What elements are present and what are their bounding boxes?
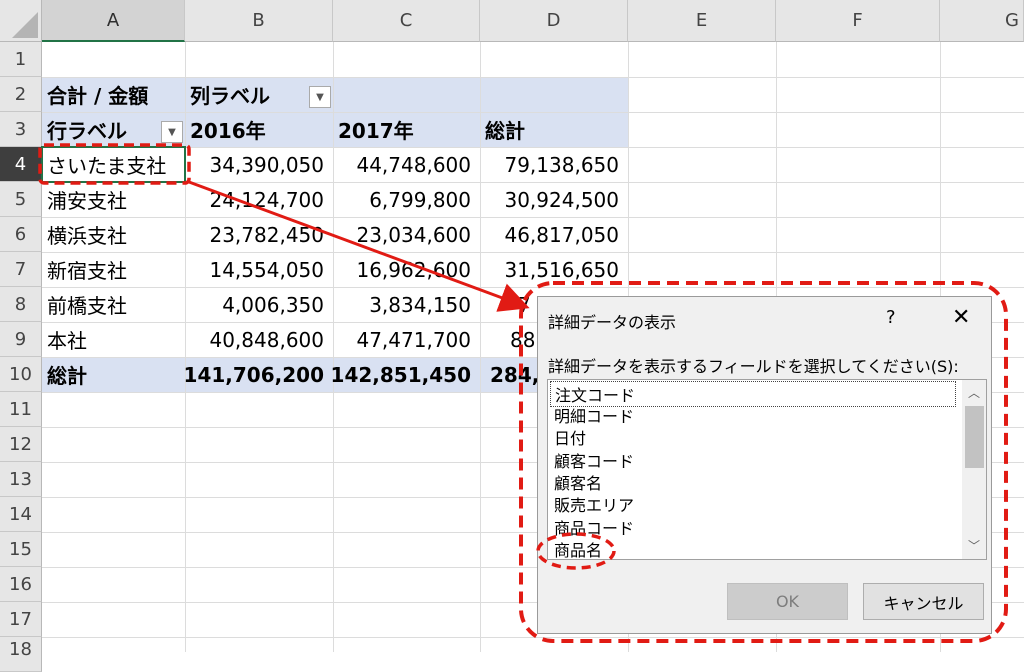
item-highlight-annotation bbox=[536, 532, 616, 570]
dialog-highlight-annotation bbox=[519, 281, 1008, 643]
annotation-overlay bbox=[38, 143, 1008, 643]
highlight-box-annotation bbox=[38, 143, 191, 185]
arrow-annotation bbox=[188, 180, 530, 312]
